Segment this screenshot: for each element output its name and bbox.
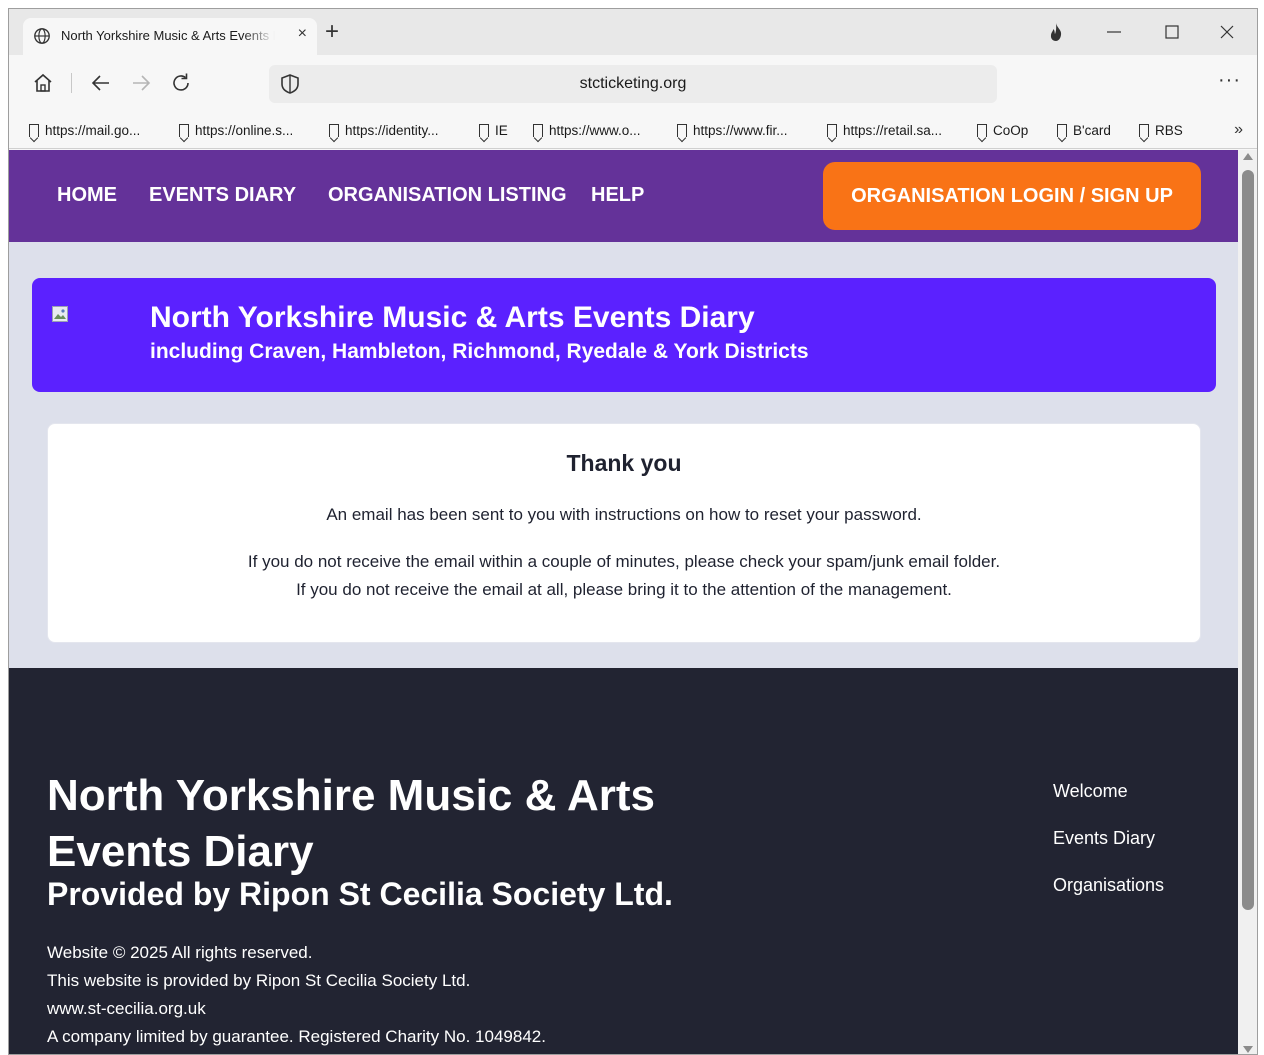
organisation-login-button[interactable]: ORGANISATION LOGIN / SIGN UP [823,162,1201,230]
scroll-down-icon[interactable] [1243,1046,1253,1053]
bookmark-item[interactable]: IE [479,123,508,138]
page-scrollbar[interactable] [1238,150,1257,1054]
nav-help[interactable]: HELP [591,184,644,207]
tab-close-icon[interactable]: × [298,25,307,43]
footer-link-events-diary[interactable]: Events Diary [1053,828,1155,849]
url-text: stcticketing.org [579,75,687,92]
bookmark-icon [479,124,489,137]
broken-image-icon [52,306,68,322]
footer-subtitle: Provided by Ripon St Cecilia Society Ltd… [47,876,673,912]
contact-management-text: If you do not receive the email at all, … [296,580,952,599]
footer-title: North Yorkshire Music & Arts Events Diar… [47,771,655,876]
browser-tab[interactable]: North Yorkshire Music & Arts Events Diar… [23,18,317,55]
bookmark-item[interactable]: https://www.fir... [677,123,788,138]
nav-events-diary[interactable]: EVENTS DIARY [149,184,296,207]
footer-link-welcome[interactable]: Welcome [1053,781,1128,802]
bookmark-icon [827,124,837,137]
close-window-icon[interactable] [1218,23,1236,41]
bookmark-item[interactable]: RBS [1139,123,1183,138]
site-footer: North Yorkshire Music & Arts Events Diar… [9,668,1238,1054]
bookmark-icon [977,124,987,137]
page-viewport: HOME EVENTS DIARY ORGANISATION LISTING H… [9,150,1238,1054]
bookmark-icon [179,124,189,137]
nav-home[interactable]: HOME [57,184,117,207]
banner-title: North Yorkshire Music & Arts Events Diar… [150,301,755,334]
maximize-icon[interactable] [1163,23,1181,41]
bookmark-item[interactable]: https://retail.sa... [827,123,942,138]
nav-organisation-listing[interactable]: ORGANISATION LISTING [328,184,567,207]
footer-link-organisations[interactable]: Organisations [1053,875,1164,896]
bookmark-icon [1057,124,1067,137]
bookmarks-overflow-icon[interactable]: » [1234,121,1243,139]
bookmarks-bar: https://mail.go... https://online.s... h… [9,111,1257,149]
bookmark-icon [329,124,339,137]
tab-title: North Yorkshire Music & Arts Events Diar… [61,28,275,43]
back-icon[interactable] [89,71,113,95]
address-bar[interactable]: stcticketing.org [269,65,997,103]
site-nav: HOME EVENTS DIARY ORGANISATION LISTING H… [9,150,1238,242]
spam-notice-text: If you do not receive the email within a… [247,552,1001,571]
bookmark-item[interactable]: CoOp [977,123,1028,138]
browser-toolbar: stcticketing.org ··· [9,55,1257,111]
flame-icon[interactable] [1047,22,1065,42]
globe-icon [34,28,50,44]
site-banner: North Yorkshire Music & Arts Events Diar… [32,278,1216,392]
confirmation-card: Thank you An email has been sent to you … [47,423,1201,643]
forward-icon [133,75,151,91]
footer-charity: A company limited by guarantee. Register… [47,1027,546,1046]
confirmation-text: An email has been sent to you with instr… [326,505,922,524]
footer-provided-by: This website is provided by Ripon St Cec… [47,971,471,990]
new-tab-icon[interactable]: + [325,20,339,44]
confirmation-title: Thank you [566,450,682,476]
tab-strip: North Yorkshire Music & Arts Events Diar… [9,9,1257,55]
refresh-icon[interactable] [169,71,193,95]
bookmark-icon [29,124,39,137]
minimize-icon[interactable] [1105,23,1123,41]
home-icon[interactable] [31,71,55,95]
bookmark-icon [533,124,543,137]
bookmark-icon [1139,124,1149,137]
browser-window: North Yorkshire Music & Arts Events Diar… [8,8,1258,1055]
bookmark-icon [677,124,687,137]
more-menu-icon[interactable]: ··· [1218,69,1241,92]
bookmark-item[interactable]: https://identity... [329,123,439,138]
bookmark-item[interactable]: B'card [1057,123,1111,138]
footer-website: www.st-cecilia.org.uk [47,999,206,1018]
bookmark-item[interactable]: https://online.s... [179,123,293,138]
banner-subtitle: including Craven, Hambleton, Richmond, R… [150,340,809,363]
bookmark-item[interactable]: https://www.o... [533,123,641,138]
footer-copyright: Website © 2025 All rights reserved. [47,943,313,962]
scroll-up-icon[interactable] [1243,153,1253,160]
scrollbar-thumb[interactable] [1242,170,1254,910]
toolbar-divider [71,73,72,93]
bookmark-item[interactable]: https://mail.go... [29,123,140,138]
